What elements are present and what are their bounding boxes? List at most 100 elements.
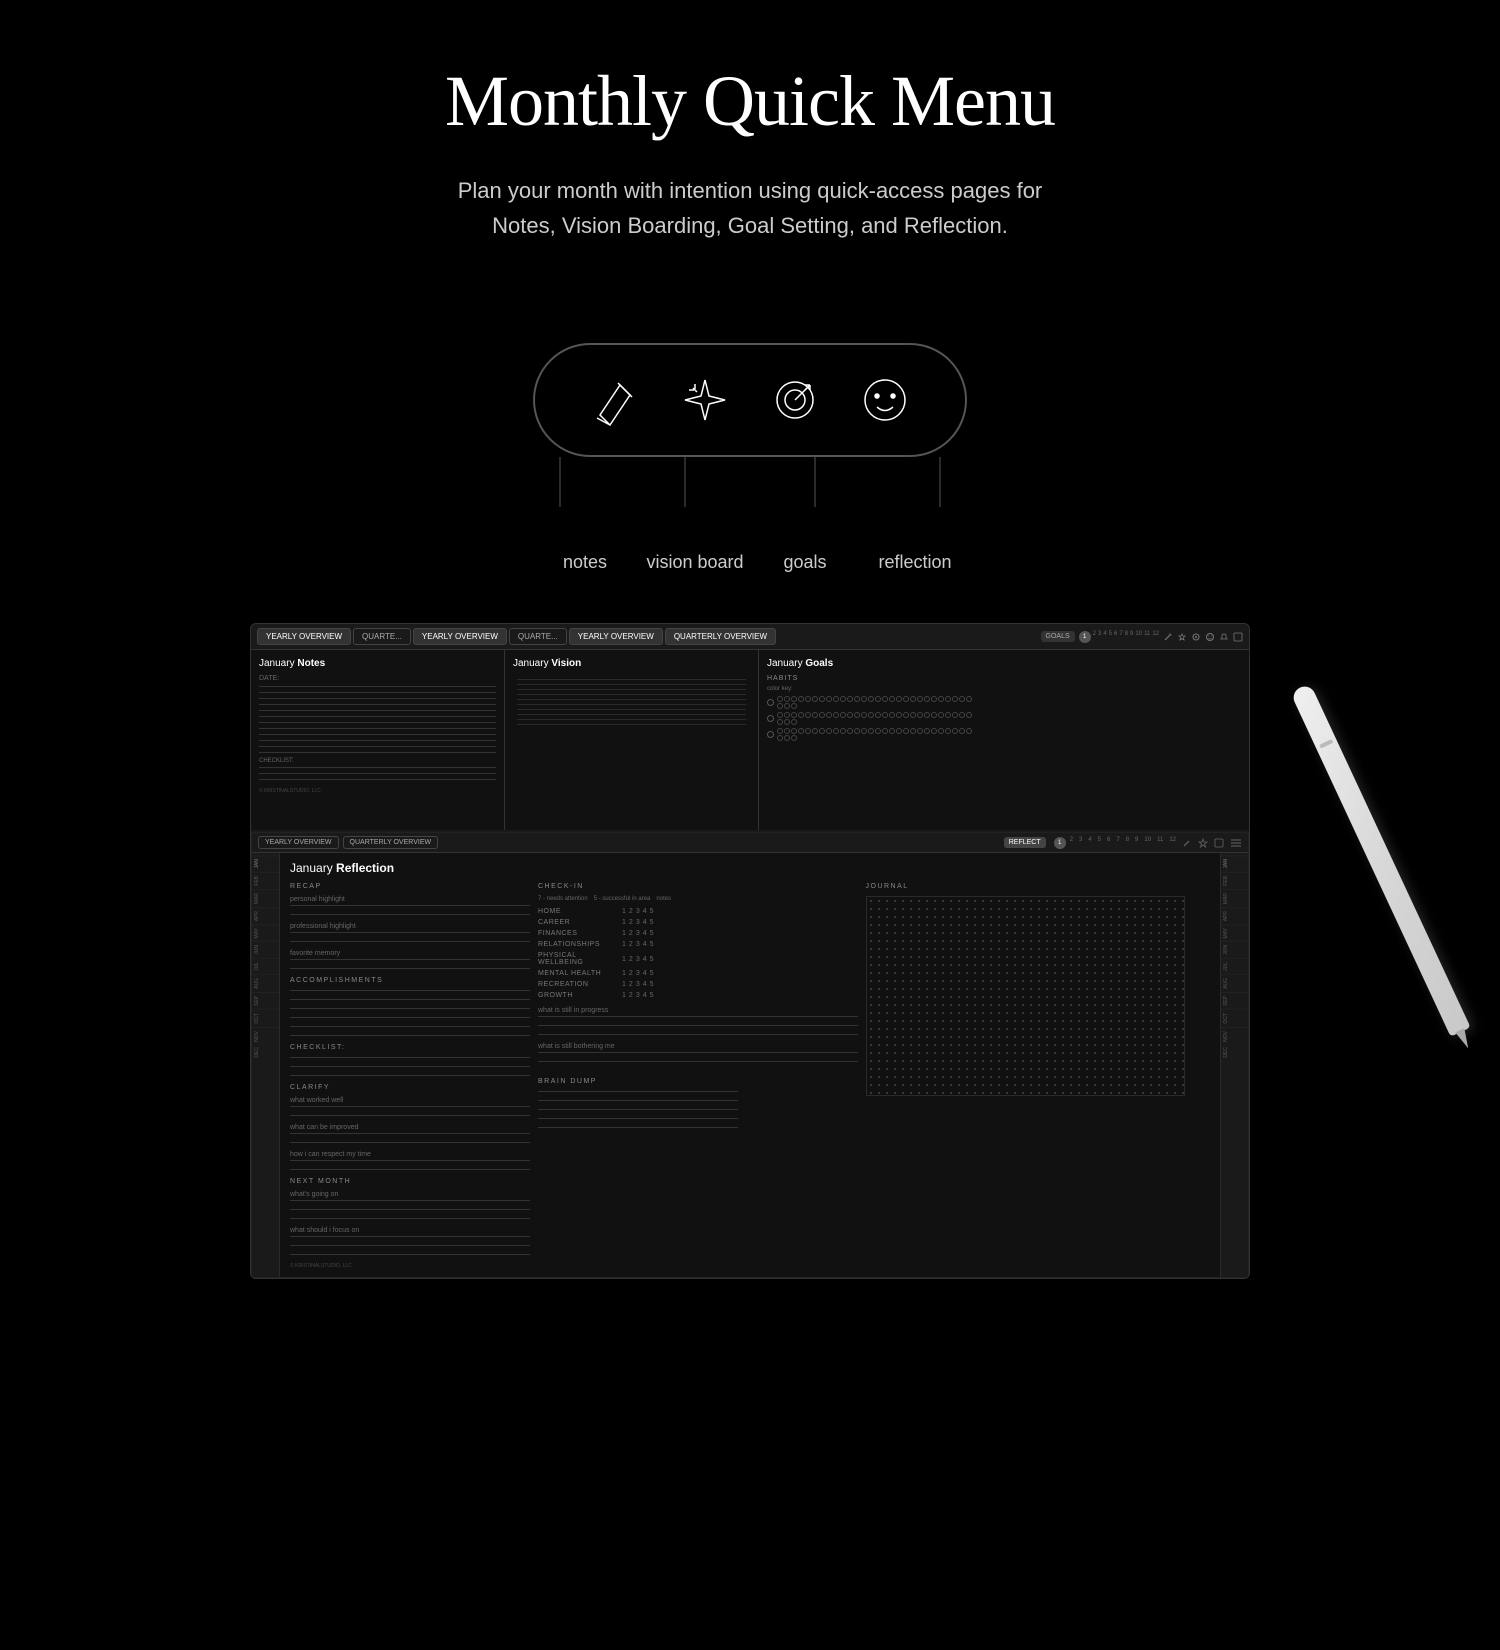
checkin-career: CAREER 12345 <box>538 919 858 926</box>
what-can-be-improved-label: what can be improved <box>290 1124 530 1131</box>
tab-quarterly-overview[interactable]: QUARTERLY OVERVIEW <box>665 628 776 645</box>
goals-page-nums: 1 2 3 4 5 6 7 8 9 10 11 12 <box>1079 631 1159 643</box>
checkin-growth: GROWTH 12345 <box>538 992 858 999</box>
tab-yearly-overview-3[interactable]: YEARLY OVERVIEW <box>569 628 663 645</box>
next-month-section: NEXT MONTH what's going on what should i… <box>290 1178 530 1255</box>
reflect-main: JAN FEB MAR APR MAY JUN JUL AUG SEP OCT … <box>252 853 1248 1277</box>
goals-panel-title: January Goals <box>767 658 1241 669</box>
notes-lines <box>259 686 496 753</box>
sidebar-aug-1[interactable]: AUG <box>252 974 279 992</box>
main-title: Monthly Quick Menu <box>20 60 1480 143</box>
sidebar-feb-1[interactable]: FEB <box>252 872 279 889</box>
notes-checklist: CHECKLIST: <box>259 758 496 780</box>
next-month-heading: NEXT MONTH <box>290 1178 530 1185</box>
tab-yearly-overview-1[interactable]: YEARLY OVERVIEW <box>257 628 351 645</box>
icon-pill <box>533 343 967 457</box>
edit-icon-reflect[interactable] <box>1182 838 1192 848</box>
reflect-tab-yearly[interactable]: YEARLY OVERVIEW <box>258 836 339 849</box>
right-sidebar-feb[interactable]: FEB <box>1221 872 1248 889</box>
right-sidebar-jan[interactable]: JAN <box>1221 855 1248 871</box>
reflect-toolbar: YEARLY OVERVIEW QUARTERLY OVERVIEW REFLE… <box>252 833 1248 853</box>
target-icon <box>765 370 825 430</box>
color-key: color key: <box>767 686 1241 692</box>
smiley-icon <box>855 370 915 430</box>
hint-successful: 5 - successful in area <box>594 896 651 902</box>
right-sidebar-aug[interactable]: AUG <box>1221 974 1248 992</box>
accomplishments-heading: ACCOMPLISHMENTS <box>290 977 530 984</box>
sidebar-oct-1[interactable]: OCT <box>252 1009 279 1027</box>
recap-column: RECAP personal highlight professional hi… <box>290 883 530 1269</box>
right-sidebar-nov[interactable]: NOV <box>1221 1027 1248 1045</box>
tab-quarterly-2[interactable]: QUARTE... <box>509 628 567 645</box>
checkin-recreation: RECREATION 12345 <box>538 981 858 988</box>
tab-yearly-overview-2[interactable]: YEARLY OVERVIEW <box>413 628 507 645</box>
personal-highlight-label: personal highlight <box>290 896 530 903</box>
what-should-focus-label: what should i focus on <box>290 1227 530 1234</box>
icon-reflection[interactable] <box>855 370 915 430</box>
sidebar-may-1[interactable]: MAY <box>252 924 279 941</box>
checkin-finances: FINANCES 12345 <box>538 930 858 937</box>
right-sidebar-jun[interactable]: JUN <box>1221 941 1248 958</box>
hint-notes: notes <box>656 896 671 902</box>
label-notes: notes <box>530 552 640 573</box>
subtitle: Plan your month with intention using qui… <box>400 173 1100 243</box>
right-sidebar-apr[interactable]: APR <box>1221 907 1248 924</box>
reflect-toolbar-icons <box>1182 838 1242 848</box>
notes-copyright: © KRISTINALSTUDIO, LLC <box>259 788 496 794</box>
sidebar-jan-1[interactable]: JAN <box>252 855 279 871</box>
sidebar-jul-1[interactable]: JUL <box>252 958 279 974</box>
right-sidebar-sep[interactable]: SEP <box>1221 992 1248 1009</box>
icon-notes[interactable] <box>585 370 645 430</box>
stylus-button <box>1319 739 1333 749</box>
checkin-column: CHECK-IN 7 - needs attention 5 - success… <box>538 883 858 1269</box>
checkin-home: HOME 12345 <box>538 908 858 915</box>
stylus-wrapper <box>1290 683 1471 1037</box>
vision-panel-title: January Vision <box>513 658 750 669</box>
bothering-label: what is still bothering me <box>538 1043 858 1050</box>
sidebar-apr-1[interactable]: APR <box>252 907 279 924</box>
edit-icon-top[interactable] <box>1163 632 1173 642</box>
icon-goals[interactable] <box>765 370 825 430</box>
reflect-tab-quarterly[interactable]: QUARTERLY OVERVIEW <box>343 836 439 849</box>
star-icon-top[interactable] <box>1177 632 1187 642</box>
right-sidebar-mar[interactable]: MAR <box>1221 889 1248 907</box>
habit-rows <box>767 696 1241 741</box>
layout-icon-top[interactable] <box>1233 632 1243 642</box>
star-icon-reflect[interactable] <box>1198 838 1208 848</box>
top-panels: January Notes DATE: CHECKLIST: © KRISTIN… <box>251 650 1249 830</box>
brain-dump-heading: BRAIN DUMP <box>538 1078 858 1085</box>
connector-lines <box>500 457 1000 527</box>
hint-needs-attention: 7 - needs attention <box>538 896 588 902</box>
menu-icon-reflect[interactable] <box>1230 838 1242 848</box>
icon-vision-board[interactable] <box>675 370 735 430</box>
reflect-columns: RECAP personal highlight professional hi… <box>290 883 1185 1269</box>
recap-heading: RECAP <box>290 883 530 890</box>
whats-going-on-label: what's going on <box>290 1191 530 1198</box>
sidebar-dec-1[interactable]: DEC <box>252 1044 279 1061</box>
clarify-heading: CLARIFY <box>290 1084 530 1091</box>
target-icon-top[interactable] <box>1191 632 1201 642</box>
checkin-physical: PHYSICAL WELLBEING 12345 <box>538 952 858 966</box>
reflect-page-title: January Reflection <box>290 861 1185 875</box>
habit-row-1 <box>767 696 1241 709</box>
sidebar-jun-1[interactable]: JUN <box>252 941 279 958</box>
right-sidebar-jul[interactable]: JUL <box>1221 958 1248 974</box>
layout-icon-reflect[interactable] <box>1214 838 1224 848</box>
what-worked-well-label: what worked well <box>290 1097 530 1104</box>
sparkle-icon <box>675 370 735 430</box>
tab-quarterly-1[interactable]: QUARTE... <box>353 628 411 645</box>
sidebar-mar-1[interactable]: MAR <box>252 889 279 907</box>
sidebar-nov-1[interactable]: NOV <box>252 1027 279 1045</box>
reflect-active-label: REFLECT <box>1004 837 1046 848</box>
sidebar-sep-1[interactable]: SEP <box>252 992 279 1009</box>
left-months-sidebar: JAN FEB MAR APR MAY JUN JUL AUG SEP OCT … <box>252 853 280 1277</box>
smiley-icon-top[interactable] <box>1205 632 1215 642</box>
habits-title: HABITS <box>767 675 1241 682</box>
reflect-copyright: © KRISTINALSTUDIO, LLC <box>290 1263 530 1269</box>
checkin-rows: HOME 12345 CAREER 12345 <box>538 908 858 999</box>
right-sidebar-oct[interactable]: OCT <box>1221 1009 1248 1027</box>
right-sidebar-may[interactable]: MAY <box>1221 924 1248 941</box>
right-sidebar-dec[interactable]: DEC <box>1221 1044 1248 1061</box>
top-mockup: YEARLY OVERVIEW QUARTE... YEARLY OVERVIE… <box>250 623 1250 1279</box>
bell-icon-top[interactable] <box>1219 632 1229 642</box>
